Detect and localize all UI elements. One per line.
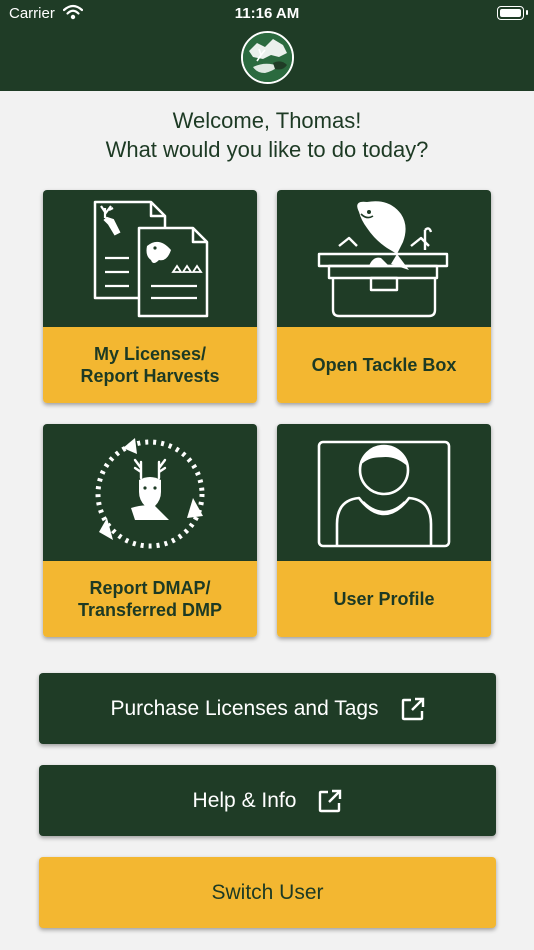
tile-label-line2: Transferred DMP xyxy=(77,600,223,620)
tile-label: User Profile xyxy=(277,561,491,637)
help-info-button[interactable]: Help & Info xyxy=(39,765,496,836)
nys-dec-emblem-icon[interactable] xyxy=(241,31,294,84)
switch-user-label: Switch User xyxy=(211,880,324,904)
open-tackle-box-tile[interactable]: Open Tackle Box xyxy=(277,190,491,403)
tile-label-line2: Report Harvests xyxy=(80,366,220,386)
tile-label-line1: Report DMAP/ xyxy=(89,578,211,598)
welcome-message: Welcome, Thomas! What would you like to … xyxy=(0,106,534,164)
purchase-licenses-button[interactable]: Purchase Licenses and Tags xyxy=(39,673,496,744)
prompt-line: What would you like to do today? xyxy=(105,137,429,162)
my-licenses-tile[interactable]: My Licenses/ Report Harvests xyxy=(43,190,257,403)
tile-label: My Licenses/ Report Harvests xyxy=(43,327,257,403)
switch-user-button[interactable]: Switch User xyxy=(39,857,496,928)
user-profile-tile[interactable]: User Profile xyxy=(277,424,491,637)
tile-art xyxy=(277,424,491,561)
report-dmap-tile[interactable]: Report DMAP/ Transferred DMP xyxy=(43,424,257,637)
external-link-icon xyxy=(318,789,342,813)
tackle-box-fish-icon xyxy=(317,201,449,318)
purchase-licenses-label: Purchase Licenses and Tags xyxy=(110,696,379,720)
tile-label-line1: User Profile xyxy=(333,589,435,609)
battery-icon xyxy=(497,6,528,20)
welcome-line: Welcome, Thomas! xyxy=(172,108,362,133)
help-info-label: Help & Info xyxy=(192,788,297,812)
license-documents-icon xyxy=(93,200,209,318)
status-bar: Carrier 11:16 AM xyxy=(0,0,534,28)
user-profile-icon xyxy=(317,440,451,548)
tile-art xyxy=(43,190,257,327)
external-link-icon xyxy=(401,697,425,721)
tile-label-line1: Open Tackle Box xyxy=(311,355,457,375)
tile-art xyxy=(43,424,257,561)
deer-transfer-cycle-icon xyxy=(95,438,205,549)
status-time: 11:16 AM xyxy=(234,5,300,22)
tile-label: Open Tackle Box xyxy=(277,327,491,403)
tile-label-line1: My Licenses/ xyxy=(93,344,207,364)
tile-art xyxy=(277,190,491,327)
tile-label: Report DMAP/ Transferred DMP xyxy=(43,561,257,637)
header-bar: Carrier 11:16 AM xyxy=(0,0,534,91)
